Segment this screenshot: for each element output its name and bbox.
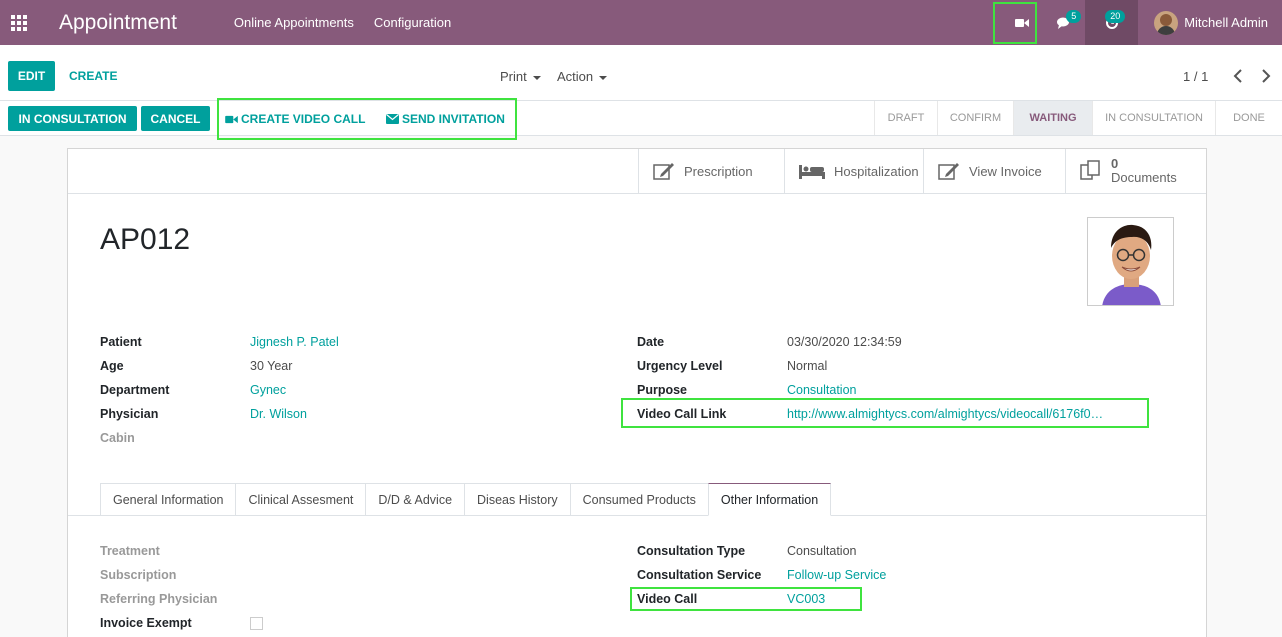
documents-count: 0 [1111, 156, 1119, 171]
edit-icon [938, 163, 959, 180]
tab-clinical-assesment[interactable]: Clinical Assesment [235, 483, 366, 516]
activity-nav-button[interactable]: 20 [1085, 0, 1139, 45]
video-call-highlight [993, 2, 1037, 44]
form-sheet: Prescription Hospitalization View Invoic… [67, 148, 1207, 637]
cabin-label: Cabin [100, 431, 135, 445]
chat-count-badge: 5 [1066, 10, 1082, 23]
documents-button[interactable]: 0 Documents [1065, 149, 1206, 193]
step-confirm[interactable]: CONFIRM [937, 101, 1013, 135]
create-button[interactable]: CREATE [69, 69, 117, 83]
chevron-left-icon[interactable] [1232, 68, 1244, 84]
age-value: 30 Year [250, 359, 293, 373]
date-label: Date [637, 335, 665, 349]
referring-physician-label: Referring Physician [100, 592, 218, 606]
department-value[interactable]: Gynec [250, 383, 286, 397]
tab-dd-advice[interactable]: D/D & Advice [365, 483, 465, 516]
pager-value[interactable]: 1 / 1 [1183, 69, 1208, 84]
step-waiting[interactable]: WAITING [1013, 101, 1092, 135]
menu-online-appointments[interactable]: Online Appointments [234, 15, 354, 30]
activity-count-badge: 20 [1105, 10, 1126, 23]
tab-general-information[interactable]: General Information [100, 483, 236, 516]
messaging-nav-button[interactable]: 5 [1043, 0, 1085, 45]
department-label: Department [100, 383, 170, 397]
status-steps: DRAFT CONFIRM WAITING IN CONSULTATION DO… [874, 101, 1282, 135]
print-dropdown[interactable]: Print [500, 69, 541, 84]
action-dropdown[interactable]: Action [557, 69, 608, 84]
patient-label: Patient [100, 335, 142, 349]
consultation-service-label: Consultation Service [637, 568, 762, 582]
caret-down-icon [599, 75, 608, 80]
user-name: Mitchell Admin [1184, 15, 1268, 30]
caret-down-icon [532, 75, 541, 80]
subscription-label: Subscription [100, 568, 177, 582]
action-label: Action [557, 69, 594, 84]
date-value: 03/30/2020 12:34:59 [787, 335, 902, 349]
view-invoice-label: View Invoice [969, 163, 1042, 179]
purpose-value[interactable]: Consultation [787, 383, 857, 397]
treatment-label: Treatment [100, 544, 160, 558]
in-consultation-button[interactable]: IN CONSULTATION [8, 106, 137, 131]
edit-icon [653, 163, 674, 180]
hospitalization-button[interactable]: Hospitalization [784, 149, 923, 193]
menu-configuration[interactable]: Configuration [374, 15, 451, 30]
user-avatar [1154, 10, 1179, 35]
step-done[interactable]: DONE [1215, 101, 1282, 135]
tab-consumed-products[interactable]: Consumed Products [569, 483, 708, 516]
documents-label: Documents [1111, 170, 1177, 185]
purpose-label: Purpose [637, 383, 688, 397]
cancel-button[interactable]: CANCEL [141, 106, 210, 131]
documents-icon [1080, 160, 1100, 180]
apps-menu-icon[interactable] [2, 0, 36, 45]
consultation-service-value[interactable]: Follow-up Service [787, 568, 886, 582]
consultation-type-label: Consultation Type [637, 544, 746, 558]
video-call-field-highlight [630, 587, 862, 611]
video-call-link-highlight [621, 398, 1149, 428]
tab-other-information[interactable]: Other Information [707, 483, 832, 516]
invoice-exempt-checkbox[interactable] [250, 617, 263, 630]
view-invoice-button[interactable]: View Invoice [923, 149, 1065, 193]
control-panel: EDIT CREATE Print Action 1 / 1 [0, 45, 1282, 101]
notebook-tabs: General Information Clinical Assesment D… [100, 483, 832, 516]
statusbar: IN CONSULTATION CANCEL CREATE VIDEO CALL… [0, 101, 1282, 136]
prescription-button[interactable]: Prescription [638, 149, 784, 193]
prescription-label: Prescription [684, 163, 753, 179]
urgency-level-value: Normal [787, 359, 828, 373]
chevron-right-icon[interactable] [1260, 68, 1272, 84]
smart-button-bar: Prescription Hospitalization View Invoic… [68, 149, 1206, 194]
physician-value[interactable]: Dr. Wilson [250, 407, 307, 421]
consultation-type-value: Consultation [787, 544, 857, 558]
bed-icon [799, 165, 825, 179]
top-navbar: Appointment Online Appointments Configur… [0, 0, 1282, 45]
step-draft[interactable]: DRAFT [874, 101, 937, 135]
urgency-level-label: Urgency Level [637, 359, 723, 373]
patient-photo[interactable] [1087, 217, 1174, 306]
tab-diseas-history[interactable]: Diseas History [464, 483, 570, 516]
physician-label: Physician [100, 407, 159, 421]
user-menu[interactable]: Mitchell Admin [1138, 10, 1282, 35]
print-label: Print [500, 69, 527, 84]
patient-value[interactable]: Jignesh P. Patel [250, 335, 339, 349]
edit-button[interactable]: EDIT [8, 61, 55, 91]
patient-photo-image [1088, 218, 1173, 305]
invoice-exempt-label: Invoice Exempt [100, 616, 192, 630]
record-title: AP012 [100, 223, 191, 256]
app-title: Appointment [59, 10, 177, 34]
hospitalization-label: Hospitalization [834, 163, 919, 179]
step-in-consultation[interactable]: IN CONSULTATION [1092, 101, 1215, 135]
age-label: Age [100, 359, 124, 373]
video-actions-highlight [217, 98, 517, 140]
